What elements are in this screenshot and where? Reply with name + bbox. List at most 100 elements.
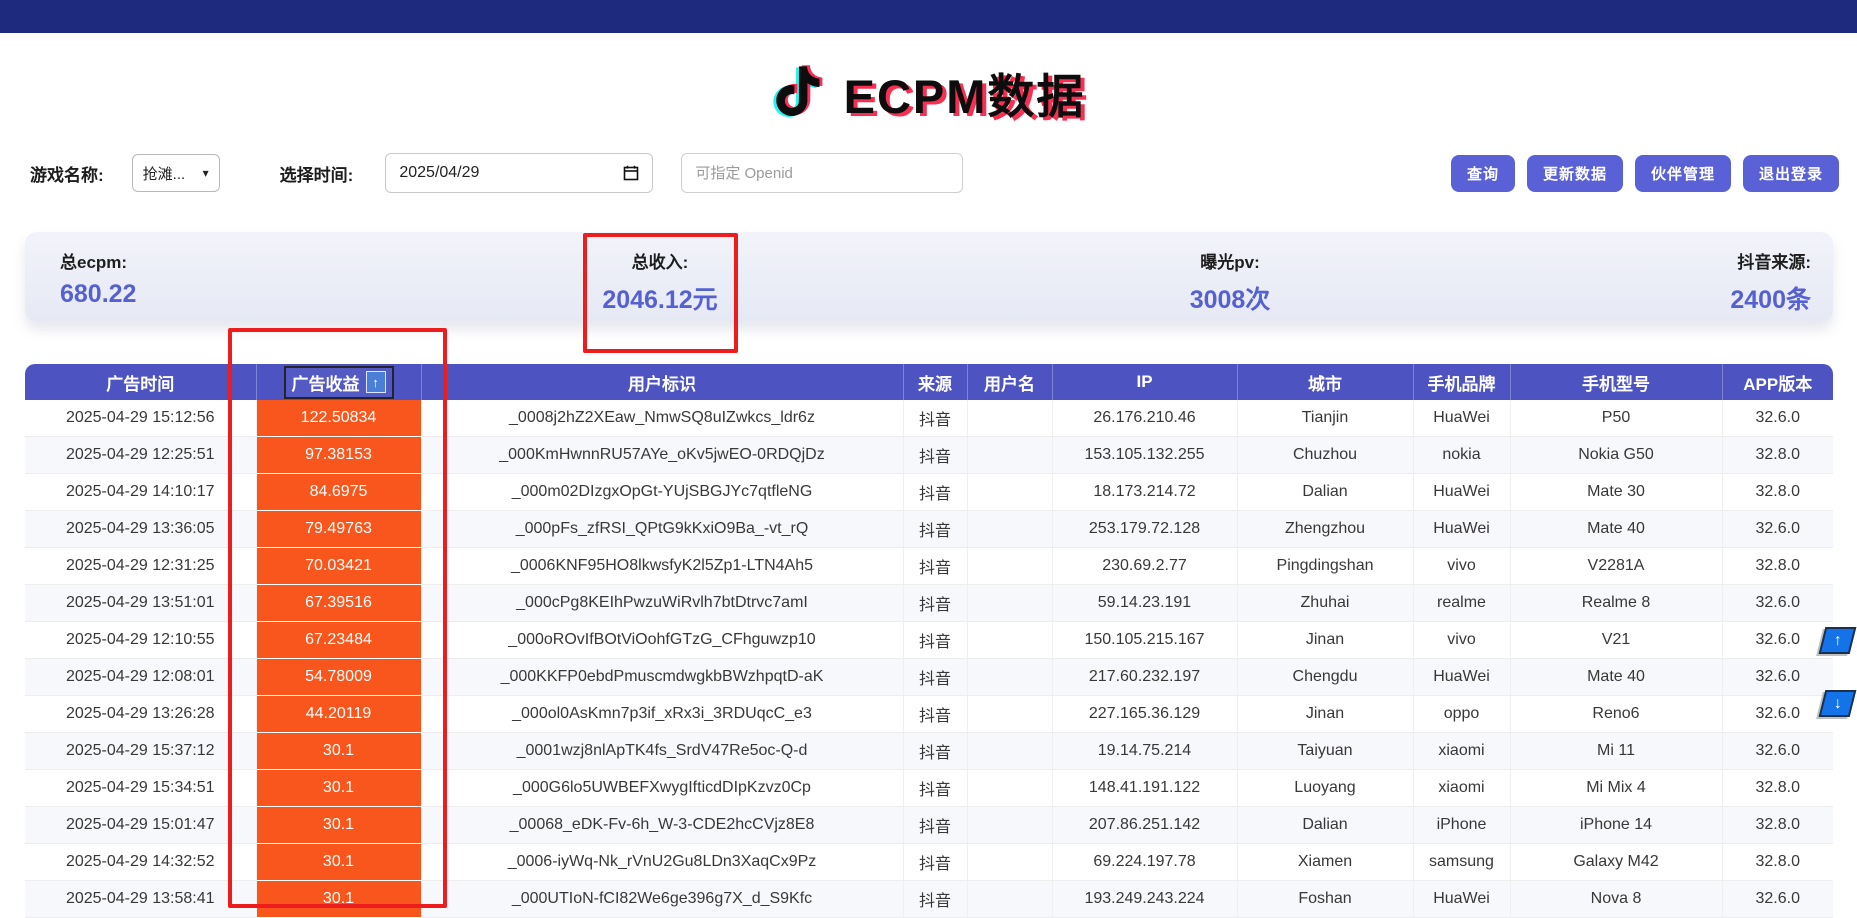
- game-name-label: 游戏名称:: [30, 161, 104, 186]
- query-button[interactable]: 查询: [1451, 155, 1515, 192]
- cell-city: Jinan: [1237, 622, 1413, 659]
- cell-username: [967, 400, 1052, 437]
- cell-ad-revenue: 30.1: [256, 770, 421, 807]
- cell-phone-brand: HuaWei: [1413, 400, 1510, 437]
- stats-summary-bar: 总ecpm: 680.22 总收入: 2046.12元 曝光pv: 3008次 …: [25, 232, 1833, 322]
- cell-phone-model: Realme 8: [1510, 585, 1722, 622]
- cell-city: Dalian: [1237, 474, 1413, 511]
- cell-city: Pingdingshan: [1237, 548, 1413, 585]
- cell-app-version: 32.6.0: [1722, 511, 1833, 548]
- table-header-row: 广告时间广告收益↑用户标识来源用户名IP城市手机品牌手机型号APP版本: [25, 364, 1833, 400]
- stat-value: 680.22: [60, 280, 136, 309]
- stat-total-ecpm: 总ecpm: 680.22: [60, 248, 136, 309]
- cell-app-version: 32.8.0: [1722, 807, 1833, 844]
- cell-phone-model: V21: [1510, 622, 1722, 659]
- cell-city: Xiamen: [1237, 844, 1413, 881]
- cell-ad-revenue: 30.1: [256, 881, 421, 918]
- cell-username: [967, 622, 1052, 659]
- cell-ip: 253.179.72.128: [1052, 511, 1237, 548]
- cell-city: Chuzhou: [1237, 437, 1413, 474]
- cell-ad-revenue: 30.1: [256, 844, 421, 881]
- stat-value: 3008次: [1105, 280, 1355, 316]
- cell-phone-model: Mate 40: [1510, 659, 1722, 696]
- top-navy-bar: [0, 0, 1857, 33]
- column-header-user-id: 用户标识: [421, 364, 903, 400]
- cell-phone-brand: realme: [1413, 585, 1510, 622]
- cell-phone-model: V2281A: [1510, 548, 1722, 585]
- cell-city: Chengdu: [1237, 659, 1413, 696]
- cell-phone-brand: HuaWei: [1413, 659, 1510, 696]
- cell-ad-revenue: 79.49763: [256, 511, 421, 548]
- stat-label: 总ecpm:: [60, 248, 136, 273]
- cell-username: [967, 474, 1052, 511]
- column-header-ip: IP: [1052, 364, 1237, 400]
- cell-ad-revenue: 122.50834: [256, 400, 421, 437]
- cell-phone-model: Galaxy M42: [1510, 844, 1722, 881]
- column-header-city: 城市: [1237, 364, 1413, 400]
- table-row: 2025-04-29 13:26:2844.20119_000ol0AsKmn7…: [25, 696, 1833, 733]
- cell-phone-brand: xiaomi: [1413, 733, 1510, 770]
- cell-source: 抖音: [903, 659, 967, 696]
- stat-douyin-source: 抖音来源: 2400条: [1730, 248, 1811, 316]
- cell-city: Tianjin: [1237, 400, 1413, 437]
- scroll-down-button[interactable]: ↓: [1819, 690, 1857, 717]
- revenue-sort-button[interactable]: 广告收益 ↑: [284, 366, 394, 399]
- stat-exposure-pv: 曝光pv: 3008次: [1105, 248, 1355, 316]
- cell-source: 抖音: [903, 585, 967, 622]
- update-data-button[interactable]: 更新数据: [1527, 155, 1623, 192]
- cell-username: [967, 437, 1052, 474]
- openid-input[interactable]: [681, 153, 963, 193]
- date-value: 2025/04/29: [399, 164, 479, 182]
- cell-ip: 59.14.23.191: [1052, 585, 1237, 622]
- cell-user-id: _000cPg8KEIhPwzuWiRvlh7btDtrvc7amI: [421, 585, 903, 622]
- table-row: 2025-04-29 12:08:0154.78009_000KKFP0ebdP…: [25, 659, 1833, 696]
- cell-ad-time: 2025-04-29 13:51:01: [25, 585, 256, 622]
- cell-phone-model: Mi 11: [1510, 733, 1722, 770]
- cell-city: Foshan: [1237, 881, 1413, 918]
- cell-username: [967, 585, 1052, 622]
- date-input[interactable]: 2025/04/29: [385, 153, 653, 193]
- table-row: 2025-04-29 15:37:1230.1_0001wzj8nlApTK4f…: [25, 733, 1833, 770]
- logout-button[interactable]: 退出登录: [1743, 155, 1839, 192]
- cell-username: [967, 511, 1052, 548]
- cell-ip: 153.105.132.255: [1052, 437, 1237, 474]
- partner-management-button[interactable]: 伙伴管理: [1635, 155, 1731, 192]
- cell-username: [967, 733, 1052, 770]
- stat-value: 2046.12元: [535, 280, 785, 316]
- cell-source: 抖音: [903, 770, 967, 807]
- scroll-up-button[interactable]: ↑: [1819, 627, 1857, 654]
- cell-phone-brand: samsung: [1413, 844, 1510, 881]
- cell-source: 抖音: [903, 400, 967, 437]
- page-title: ECPM数据: [844, 58, 1086, 127]
- cell-ad-revenue: 54.78009: [256, 659, 421, 696]
- stat-label: 曝光pv:: [1105, 248, 1355, 273]
- cell-app-version: 32.6.0: [1722, 400, 1833, 437]
- cell-user-id: _000UTIoN-fCI82We6ge396g7X_d_S9Kfc: [421, 881, 903, 918]
- cell-username: [967, 807, 1052, 844]
- game-select[interactable]: 抢滩... ▾: [132, 154, 220, 192]
- cell-phone-brand: vivo: [1413, 548, 1510, 585]
- cell-ad-time: 2025-04-29 13:36:05: [25, 511, 256, 548]
- cell-username: [967, 696, 1052, 733]
- cell-ad-time: 2025-04-29 12:31:25: [25, 548, 256, 585]
- tiktok-note-icon: [772, 59, 830, 125]
- cell-ip: 227.165.36.129: [1052, 696, 1237, 733]
- cell-ip: 26.176.210.46: [1052, 400, 1237, 437]
- sort-asc-icon: ↑: [366, 371, 386, 393]
- table-row: 2025-04-29 15:01:4730.1_00068_eDK-Fv-6h_…: [25, 807, 1833, 844]
- calendar-icon: [623, 165, 639, 181]
- cell-app-version: 32.6.0: [1722, 585, 1833, 622]
- stat-total-revenue: 总收入: 2046.12元: [535, 248, 785, 316]
- cell-ad-time: 2025-04-29 12:25:51: [25, 437, 256, 474]
- cell-user-id: _0008j2hZ2XEaw_NmwSQ8uIZwkcs_ldr6z: [421, 400, 903, 437]
- stat-label: 抖音来源:: [1730, 248, 1811, 273]
- action-buttons: 查询 更新数据 伙伴管理 退出登录: [1451, 155, 1839, 192]
- cell-city: Taiyuan: [1237, 733, 1413, 770]
- page-header: ECPM数据: [0, 42, 1857, 142]
- column-header-ad-time: 广告时间: [25, 364, 256, 400]
- cell-username: [967, 770, 1052, 807]
- cell-app-version: 32.6.0: [1722, 622, 1833, 659]
- column-header-username: 用户名: [967, 364, 1052, 400]
- up-arrow-icon: ↑: [1834, 632, 1842, 650]
- column-header-label: 广告收益: [292, 370, 360, 395]
